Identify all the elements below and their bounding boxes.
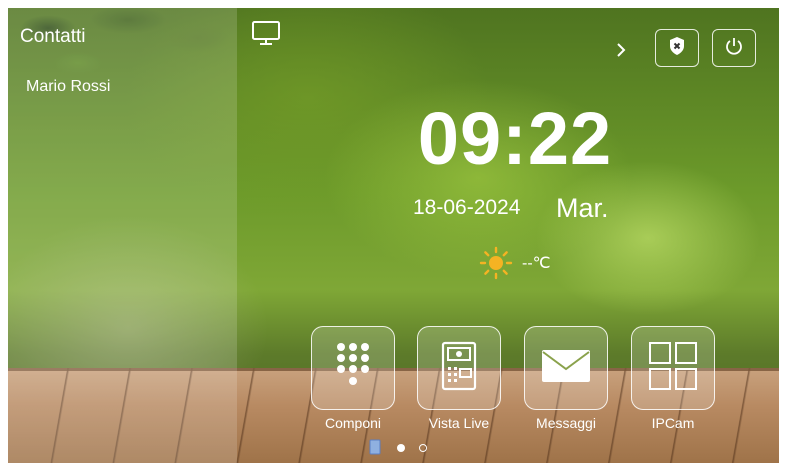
contacts-panel: Contatti Mario Rossi xyxy=(8,8,237,463)
power-icon xyxy=(724,36,744,61)
dialpad-icon xyxy=(333,341,373,396)
messaggi-label: Messaggi xyxy=(536,415,596,431)
sun-icon xyxy=(479,246,513,285)
clock-time: 09:22 xyxy=(417,97,613,180)
vista-live-button[interactable] xyxy=(417,326,501,410)
page-dot-active[interactable] xyxy=(397,444,405,452)
componi-label: Componi xyxy=(324,415,382,431)
shield-icon xyxy=(668,36,686,61)
vista-live-label: Vista Live xyxy=(428,415,490,431)
clock-weekday: Mar. xyxy=(556,193,609,223)
page-dot[interactable] xyxy=(419,444,427,452)
camera-grid-icon xyxy=(648,341,698,396)
power-button[interactable] xyxy=(712,29,756,67)
contacts-title: Contatti xyxy=(20,26,86,47)
monitor-icon[interactable] xyxy=(251,20,281,53)
envelope-icon xyxy=(541,349,591,388)
ipcam-button[interactable] xyxy=(631,326,715,410)
ipcam-label: IPCam xyxy=(651,415,695,431)
temperature-value: --℃ xyxy=(522,255,551,272)
home-screen: Contatti Mario Rossi 09:22 18-06-2024 Ma… xyxy=(8,8,779,463)
chevron-right-icon[interactable] xyxy=(615,40,627,64)
security-button[interactable] xyxy=(655,29,699,67)
messaggi-button[interactable] xyxy=(524,326,608,410)
contact-item[interactable]: Mario Rossi xyxy=(26,78,110,96)
intercom-panel-icon xyxy=(441,341,477,396)
clock-date: 18-06-2024 xyxy=(413,196,521,219)
page-edit-icon[interactable] xyxy=(369,439,381,460)
componi-button[interactable] xyxy=(311,326,395,410)
